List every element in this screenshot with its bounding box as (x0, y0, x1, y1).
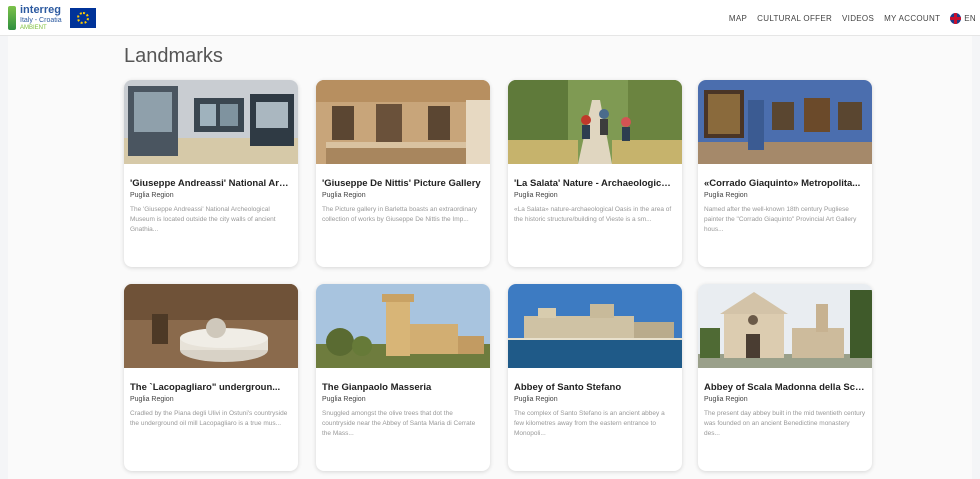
card-description: The complex of Santo Stefano is an ancie… (514, 410, 665, 437)
card-title[interactable]: The `Lacopagliaro" undergroun... (130, 382, 292, 393)
interreg-logo-icon (8, 6, 16, 30)
landmark-card[interactable]: 'La Salata' Nature - Archaeological... P… (508, 80, 682, 267)
card-title[interactable]: «Corrado Giaquinto» Metropolita... (704, 178, 866, 189)
card-description: «La Salata» nature-archaeological Oasis … (514, 206, 672, 223)
language-selector[interactable]: EN (950, 12, 976, 24)
masseria-tower-image (316, 284, 490, 368)
card-title[interactable]: Abbey of Santo Stefano (514, 382, 676, 393)
landmark-card[interactable]: Abbey of Santo Stefano Puglia Region The… (508, 284, 682, 471)
art-gallery-room-image (698, 80, 872, 164)
page-title: Landmarks (124, 45, 223, 67)
card-region: Puglia Region (704, 396, 748, 403)
landmark-card[interactable]: The Gianpaolo Masseria Puglia Region Snu… (316, 284, 490, 471)
palace-facade-image (316, 80, 490, 164)
card-title[interactable]: 'Giuseppe De Nittis' Picture Gallery (322, 178, 484, 189)
card-region: Puglia Region (130, 192, 174, 199)
underground-oil-mill-image (124, 284, 298, 368)
card-description: The 'Giuseppe Andreassi' National Archeo… (130, 206, 276, 233)
card-title[interactable]: Abbey of Scala Madonna della Scala (704, 382, 866, 393)
card-title[interactable]: The Gianpaolo Masseria (322, 382, 484, 393)
landmark-card[interactable]: 'Giuseppe Andreassi' National Arc... Pug… (124, 80, 298, 267)
logo-line-3: AMBIENT (20, 25, 47, 31)
card-region: Puglia Region (322, 396, 366, 403)
eu-flag-icon (69, 8, 96, 28)
card-title[interactable]: 'La Salata' Nature - Archaeological... (514, 178, 676, 189)
card-region: Puglia Region (130, 396, 174, 403)
card-description: The present day abbey built in the mid t… (704, 410, 866, 437)
card-description: Named after the well-known 18th century … (704, 206, 857, 233)
card-region: Puglia Region (704, 192, 748, 199)
logo-line-1: interreg (20, 4, 61, 16)
main-content: Landmarks 'Giuseppe Andreassi' National … (8, 36, 972, 479)
uk-flag-icon (950, 12, 962, 24)
card-region: Puglia Region (514, 396, 558, 403)
landmark-card[interactable]: Abbey of Scala Madonna della Scala Pugli… (698, 284, 872, 471)
nav-cultural-offer-link[interactable]: CULTURAL OFFER (757, 14, 832, 23)
card-description: Snuggled amongst the olive trees that do… (322, 410, 476, 437)
nav-my-account-link[interactable]: MY ACCOUNT (884, 14, 940, 23)
cyclists-nature-trail-image (508, 80, 682, 164)
card-title[interactable]: 'Giuseppe Andreassi' National Arc... (130, 178, 292, 189)
interreg-logo[interactable]: interreg Italy - Croatia AMBIENT (8, 5, 96, 31)
seaside-abbey-image (508, 284, 682, 368)
card-description: Cradled by the Piana degli Ulivi in Ostu… (130, 410, 288, 427)
landmark-card[interactable]: 'Giuseppe De Nittis' Picture Gallery Pug… (316, 80, 490, 267)
main-nav: MAP CULTURAL OFFER VIDEOS MY ACCOUNT EN (729, 0, 976, 36)
top-navigation-bar: interreg Italy - Croatia AMBIENT MAP CUL… (0, 0, 980, 36)
language-label[interactable]: EN (964, 14, 976, 23)
nav-map-link[interactable]: MAP (729, 14, 747, 23)
landmark-card[interactable]: The `Lacopagliaro" undergroun... Puglia … (124, 284, 298, 471)
card-region: Puglia Region (322, 192, 366, 199)
church-facade-image (698, 284, 872, 368)
logo-line-2: Italy - Croatia (20, 17, 62, 24)
nav-videos-link[interactable]: VIDEOS (842, 14, 874, 23)
landmark-card[interactable]: «Corrado Giaquinto» Metropolita... Pugli… (698, 80, 872, 267)
museum-interior-image (124, 80, 298, 164)
card-region: Puglia Region (514, 192, 558, 199)
card-description: The Picture gallery in Barletta boasts a… (322, 206, 477, 223)
